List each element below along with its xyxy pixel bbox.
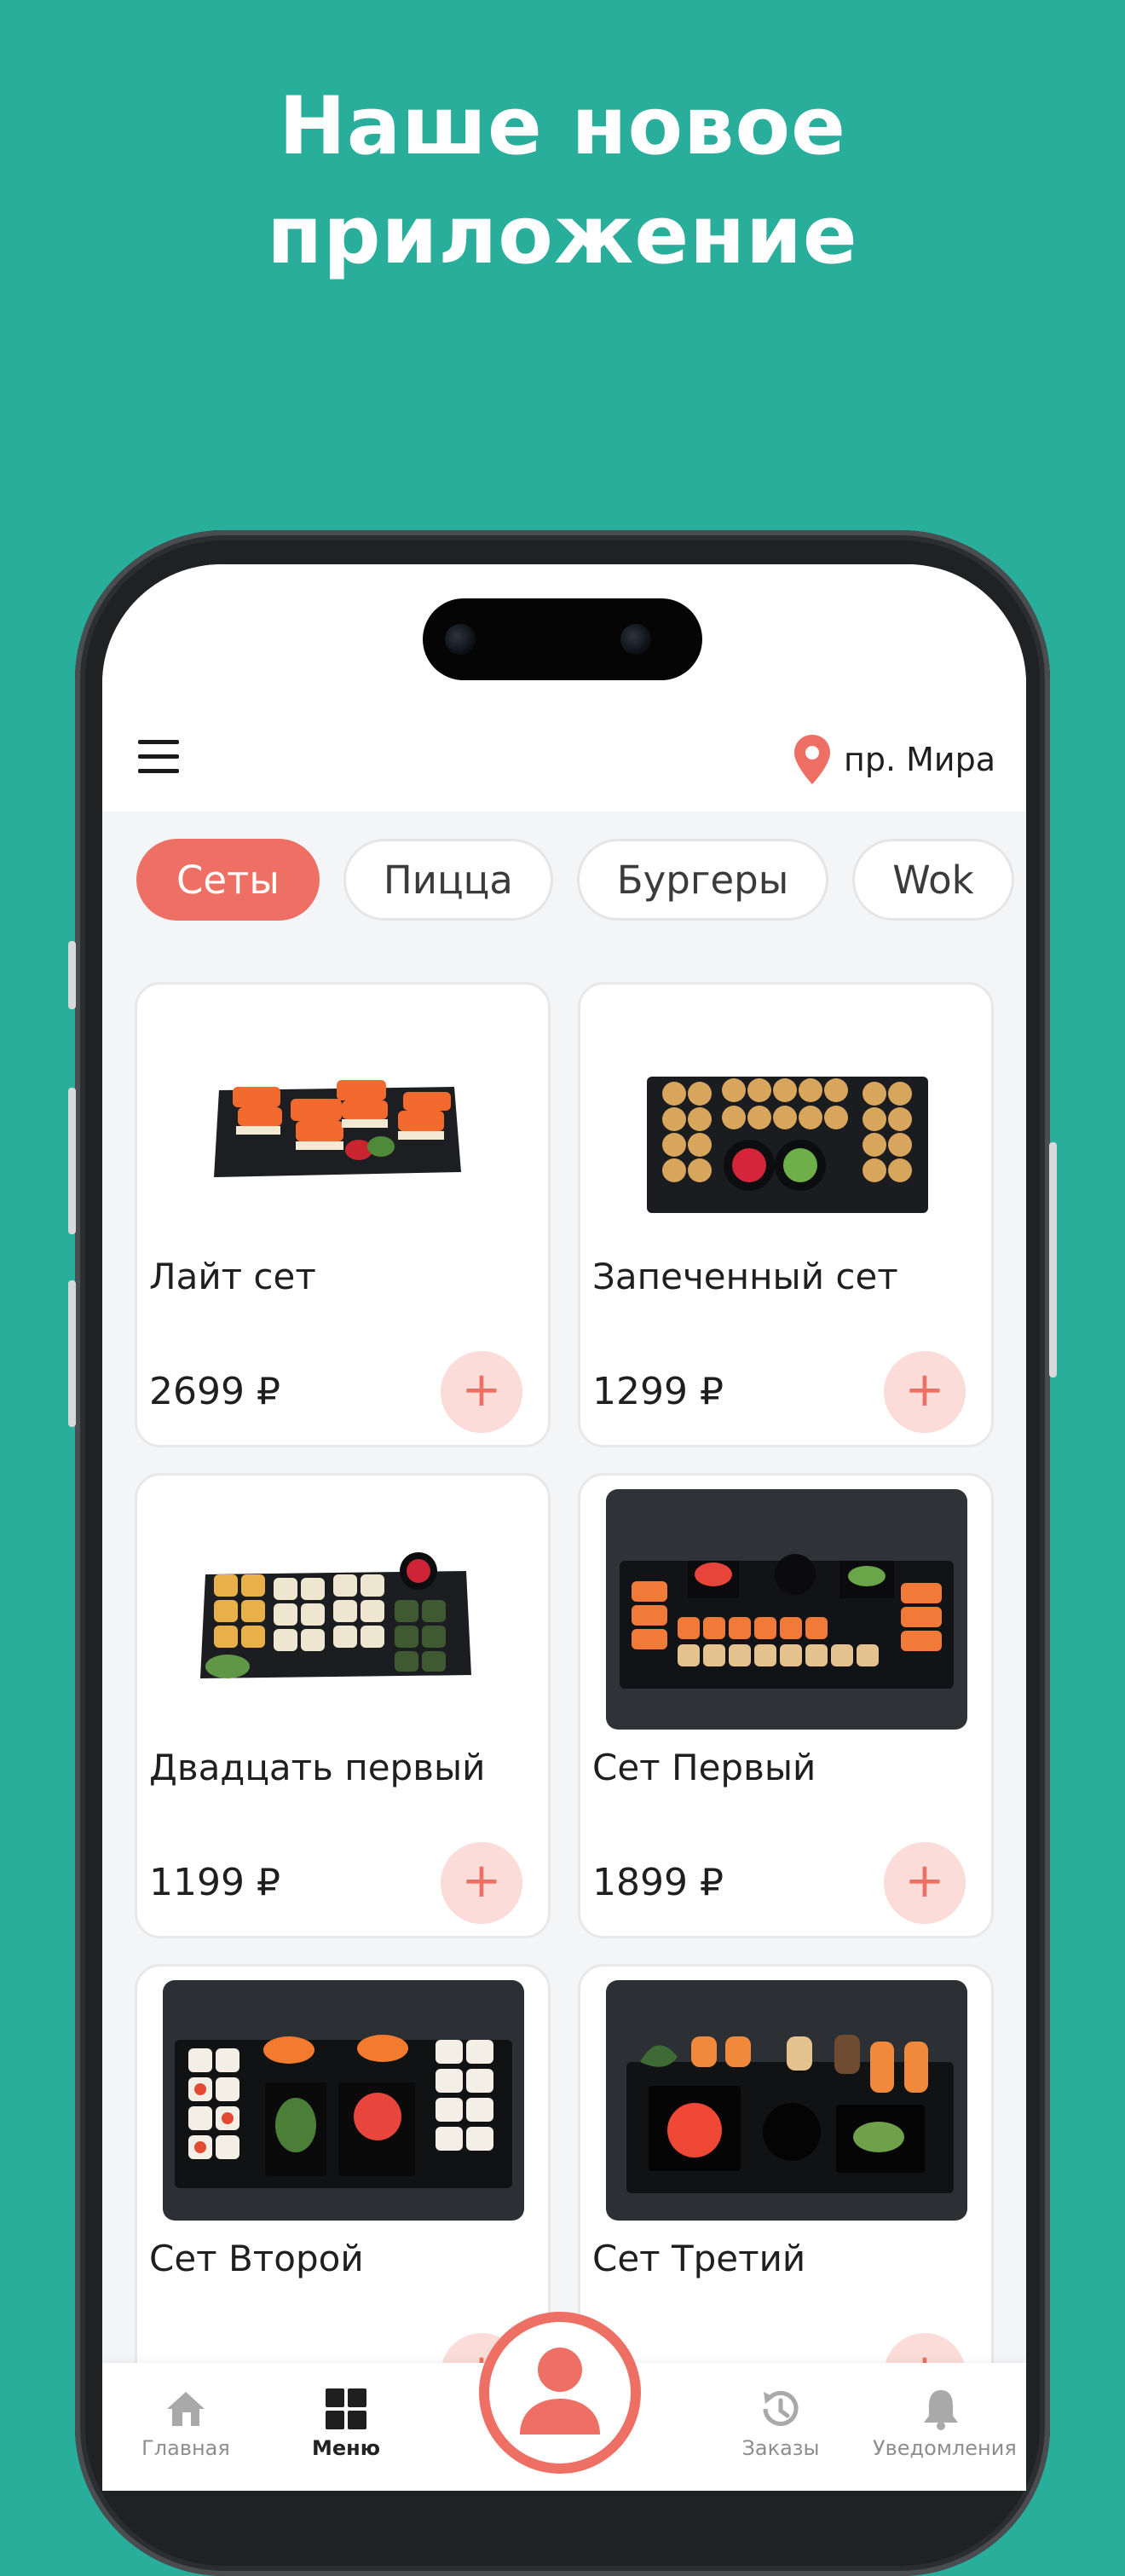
tab-label: Главная	[141, 2436, 230, 2460]
tab-orders[interactable]: Заказы	[712, 2387, 849, 2460]
product-name: Сет Первый	[592, 1747, 816, 1788]
category-tabs: Сеты Пицца Бургеры Wok	[136, 839, 1026, 921]
dynamic-island	[423, 598, 702, 680]
grid-icon	[326, 2388, 366, 2429]
product-image	[163, 1489, 524, 1730]
phone-mute-switch	[68, 941, 76, 1009]
phone-power-button	[1049, 1142, 1057, 1378]
profile-button[interactable]	[479, 2312, 641, 2474]
category-chip-wok[interactable]: Wok	[852, 839, 1014, 921]
history-icon	[763, 2390, 799, 2426]
category-chip-sets[interactable]: Сеты	[136, 839, 320, 921]
map-pin-icon	[793, 735, 830, 784]
product-name: Сет Третий	[592, 2238, 806, 2279]
tab-label: Уведомления	[873, 2436, 1017, 2460]
category-chip-burgers[interactable]: Бургеры	[576, 839, 829, 921]
product-card[interactable]: Сет Третий +	[578, 1964, 994, 2429]
headline-line-2: приложение	[267, 189, 858, 282]
add-to-cart-button[interactable]: +	[884, 1351, 966, 1433]
tab-label: Меню	[311, 2436, 381, 2460]
product-image	[606, 1980, 967, 2221]
hamburger-menu-icon[interactable]	[138, 740, 179, 774]
product-card[interactable]: Запеченный сет 1299 ₽ +	[578, 982, 994, 1447]
product-image	[606, 998, 967, 1239]
tab-menu[interactable]: Меню	[278, 2387, 414, 2460]
headline-line-1: Наше новое	[279, 80, 846, 173]
tab-notifications[interactable]: Уведомления	[873, 2387, 1017, 2460]
product-image	[163, 1980, 524, 2221]
user-icon	[520, 2348, 600, 2434]
product-price: 1199 ₽	[149, 1861, 280, 1904]
bell-icon	[924, 2390, 958, 2430]
product-image	[606, 1489, 967, 1730]
add-to-cart-button[interactable]: +	[441, 1842, 522, 1924]
phone-volume-down-button	[68, 1280, 76, 1427]
product-card[interactable]: Сет Первый 1899 ₽ +	[578, 1473, 994, 1938]
phone-volume-up-button	[68, 1088, 76, 1234]
tab-home[interactable]: Главная	[118, 2387, 254, 2460]
phone-screen: пр. Мира Сеты Пицца Бургеры Wok Лайт сет…	[102, 564, 1026, 2491]
promo-headline: Наше новое приложение	[0, 72, 1125, 291]
product-price: 2699 ₽	[149, 1370, 280, 1413]
product-name: Двадцать первый	[149, 1747, 486, 1788]
product-price: 1299 ₽	[592, 1370, 724, 1413]
product-name: Сет Второй	[149, 2238, 364, 2279]
location-label: пр. Мира	[843, 741, 995, 778]
product-image	[163, 998, 524, 1239]
tab-label: Заказы	[741, 2436, 820, 2460]
location-selector[interactable]: пр. Мира	[793, 733, 995, 786]
product-name: Лайт сет	[149, 1256, 316, 1297]
product-name: Запеченный сет	[592, 1256, 898, 1297]
home-icon	[167, 2392, 205, 2426]
product-price: 1899 ₽	[592, 1861, 724, 1904]
product-card[interactable]: Двадцать первый 1199 ₽ +	[135, 1473, 551, 1938]
category-chip-pizza[interactable]: Пицца	[343, 839, 553, 921]
add-to-cart-button[interactable]: +	[441, 1351, 522, 1433]
add-to-cart-button[interactable]: +	[884, 1842, 966, 1924]
product-card[interactable]: Лайт сет 2699 ₽ +	[135, 982, 551, 1447]
